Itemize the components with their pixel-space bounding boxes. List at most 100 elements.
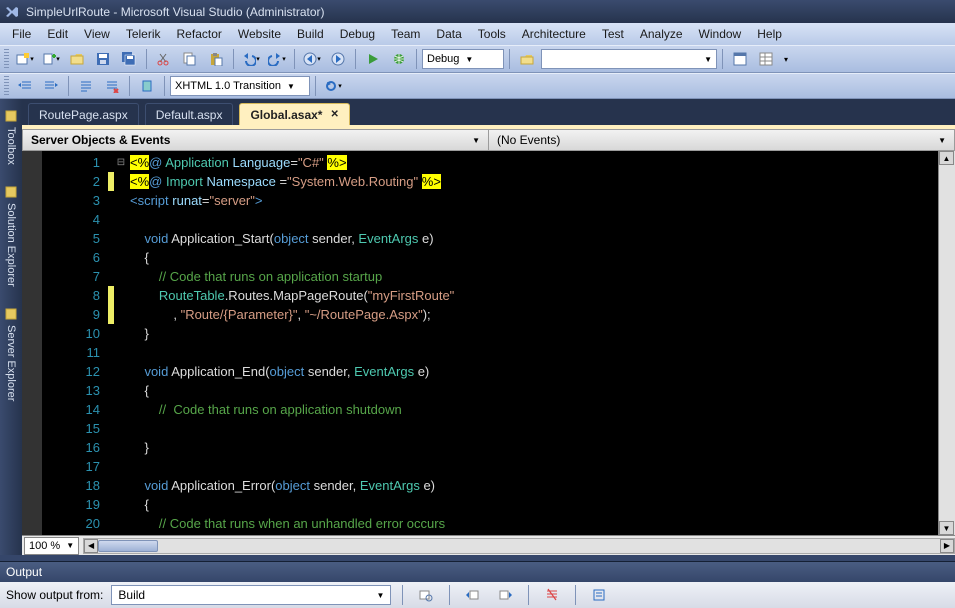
tab-label: RoutePage.aspx bbox=[39, 108, 128, 122]
outlining-margin[interactable]: ⊟ bbox=[114, 151, 128, 535]
new-project-button[interactable]: ▾ bbox=[13, 48, 37, 70]
dock-tab-solution-explorer[interactable]: Solution Explorer bbox=[2, 179, 20, 293]
dock-tab-server-explorer[interactable]: Server Explorer bbox=[2, 301, 20, 407]
server-icon bbox=[4, 307, 18, 321]
menu-refactor[interactable]: Refactor bbox=[169, 25, 230, 43]
outdent-button[interactable] bbox=[13, 75, 37, 97]
menu-architecture[interactable]: Architecture bbox=[514, 25, 594, 43]
menu-window[interactable]: Window bbox=[691, 25, 750, 43]
navbar-left-value: Server Objects & Events bbox=[31, 133, 170, 147]
output-title-text: Output bbox=[6, 565, 42, 579]
toolbar-grip[interactable] bbox=[4, 76, 9, 96]
output-panel-title[interactable]: Output bbox=[0, 562, 955, 582]
editor-footer: 100 % ▼ ◀ ▶ bbox=[22, 535, 955, 555]
output-source-combo[interactable]: Build ▼ bbox=[111, 585, 391, 605]
tab-label: Default.aspx bbox=[156, 108, 223, 122]
document-well: RoutePage.aspxDefault.aspxGlobal.asax*✕ … bbox=[22, 99, 955, 555]
left-dock: Toolbox Solution Explorer Server Explorer bbox=[0, 99, 22, 555]
menu-debug[interactable]: Debug bbox=[332, 25, 383, 43]
toggle-word-wrap-button[interactable] bbox=[587, 584, 611, 606]
chevron-down-icon: ▼ bbox=[472, 136, 480, 145]
scrollbar-thumb[interactable] bbox=[98, 540, 158, 552]
scroll-down-button[interactable]: ▼ bbox=[939, 521, 954, 535]
menu-data[interactable]: Data bbox=[428, 25, 469, 43]
menubar: FileEditViewTelerikRefactorWebsiteBuildD… bbox=[0, 23, 955, 45]
toolbar-grip[interactable] bbox=[4, 49, 9, 69]
menu-test[interactable]: Test bbox=[594, 25, 632, 43]
navbar-objects-combo[interactable]: Server Objects & Events ▼ bbox=[23, 130, 489, 150]
document-tab[interactable]: RoutePage.aspx bbox=[28, 103, 139, 125]
change-mark bbox=[108, 305, 114, 324]
document-tab[interactable]: Default.aspx bbox=[145, 103, 234, 125]
outline-collapse-icon[interactable]: ⊟ bbox=[114, 153, 128, 172]
target-schema-combo[interactable]: XHTML 1.0 Transition ▼ bbox=[170, 76, 310, 96]
open-file-button[interactable] bbox=[65, 48, 89, 70]
save-button[interactable] bbox=[91, 48, 115, 70]
menu-team[interactable]: Team bbox=[383, 25, 428, 43]
scroll-up-button[interactable]: ▲ bbox=[939, 151, 954, 165]
output-toolbar: Show output from: Build ▼ bbox=[0, 582, 955, 608]
chevron-down-icon: ▼ bbox=[704, 55, 712, 64]
menu-analyze[interactable]: Analyze bbox=[632, 25, 691, 43]
bookmark-toggle-button[interactable] bbox=[135, 75, 159, 97]
menu-file[interactable]: File bbox=[4, 25, 39, 43]
menu-view[interactable]: View bbox=[76, 25, 118, 43]
navbar-events-combo[interactable]: (No Events) ▼ bbox=[489, 130, 954, 150]
change-tracking-margin bbox=[108, 151, 114, 535]
chevron-down-icon: ▼ bbox=[287, 82, 295, 91]
browse-with-button[interactable] bbox=[387, 48, 411, 70]
code-text-area[interactable]: <%@ Application Language="C#" %><%@ Impo… bbox=[128, 151, 938, 535]
menu-help[interactable]: Help bbox=[749, 25, 790, 43]
menu-website[interactable]: Website bbox=[230, 25, 289, 43]
window-title: SimpleUrlRoute - Microsoft Visual Studio… bbox=[26, 5, 325, 19]
add-item-button[interactable]: ▾ bbox=[39, 48, 63, 70]
find-in-files-icon[interactable] bbox=[515, 48, 539, 70]
save-all-button[interactable] bbox=[117, 48, 141, 70]
uncomment-button[interactable] bbox=[100, 75, 124, 97]
toolbox-icon bbox=[4, 109, 18, 123]
dock-tab-toolbox[interactable]: Toolbox bbox=[2, 103, 20, 171]
find-combo[interactable]: ▼ bbox=[541, 49, 717, 69]
redo-button[interactable]: ▾ bbox=[265, 48, 289, 70]
breakpoint-margin[interactable] bbox=[22, 151, 42, 535]
indent-button[interactable] bbox=[39, 75, 63, 97]
refresh-icon[interactable]: ▾ bbox=[321, 75, 345, 97]
zoom-combo[interactable]: 100 % ▼ bbox=[24, 537, 79, 555]
cut-button[interactable] bbox=[152, 48, 176, 70]
copy-button[interactable] bbox=[178, 48, 202, 70]
chevron-down-icon: ▼ bbox=[938, 136, 946, 145]
document-tab[interactable]: Global.asax*✕ bbox=[239, 103, 349, 125]
nav-forward-button[interactable] bbox=[326, 48, 350, 70]
comment-button[interactable] bbox=[74, 75, 98, 97]
menu-telerik[interactable]: Telerik bbox=[118, 25, 169, 43]
solution-explorer-icon[interactable] bbox=[728, 48, 752, 70]
properties-icon[interactable] bbox=[754, 48, 778, 70]
menu-edit[interactable]: Edit bbox=[39, 25, 76, 43]
document-tabstrip: RoutePage.aspx Default.aspx Global.asax*✕ bbox=[22, 99, 955, 125]
titlebar: SimpleUrlRoute - Microsoft Visual Studio… bbox=[0, 0, 955, 23]
close-icon[interactable]: ✕ bbox=[330, 109, 338, 120]
nav-back-button[interactable]: ▾ bbox=[300, 48, 324, 70]
solution-config-combo[interactable]: Debug ▼ bbox=[422, 49, 504, 69]
toolbar-overflow-button[interactable]: ▾ bbox=[780, 48, 792, 70]
chevron-down-icon: ▼ bbox=[66, 541, 74, 550]
undo-button[interactable]: ▾ bbox=[239, 48, 263, 70]
next-message-button[interactable] bbox=[493, 584, 517, 606]
scroll-right-button[interactable]: ▶ bbox=[940, 539, 954, 553]
navbar-right-value: (No Events) bbox=[497, 133, 560, 147]
vs-logo-icon bbox=[4, 4, 20, 20]
horizontal-scrollbar[interactable]: ◀ ▶ bbox=[83, 538, 955, 554]
vertical-scrollbar[interactable]: ▲ ▼ bbox=[938, 151, 955, 535]
paste-button[interactable] bbox=[204, 48, 228, 70]
find-message-button[interactable] bbox=[414, 584, 438, 606]
clear-all-button[interactable] bbox=[540, 584, 564, 606]
start-debug-button[interactable] bbox=[361, 48, 385, 70]
code-editor[interactable]: 1234567891011121314151617181920 ⊟ <%@ Ap… bbox=[22, 151, 955, 535]
output-source-label: Show output from: bbox=[6, 588, 103, 602]
dock-tab-label: Toolbox bbox=[5, 127, 17, 165]
scroll-left-button[interactable]: ◀ bbox=[84, 539, 98, 553]
menu-build[interactable]: Build bbox=[289, 25, 332, 43]
prev-message-button[interactable] bbox=[461, 584, 485, 606]
menu-tools[interactable]: Tools bbox=[470, 25, 514, 43]
output-source-value: Build bbox=[118, 588, 145, 602]
